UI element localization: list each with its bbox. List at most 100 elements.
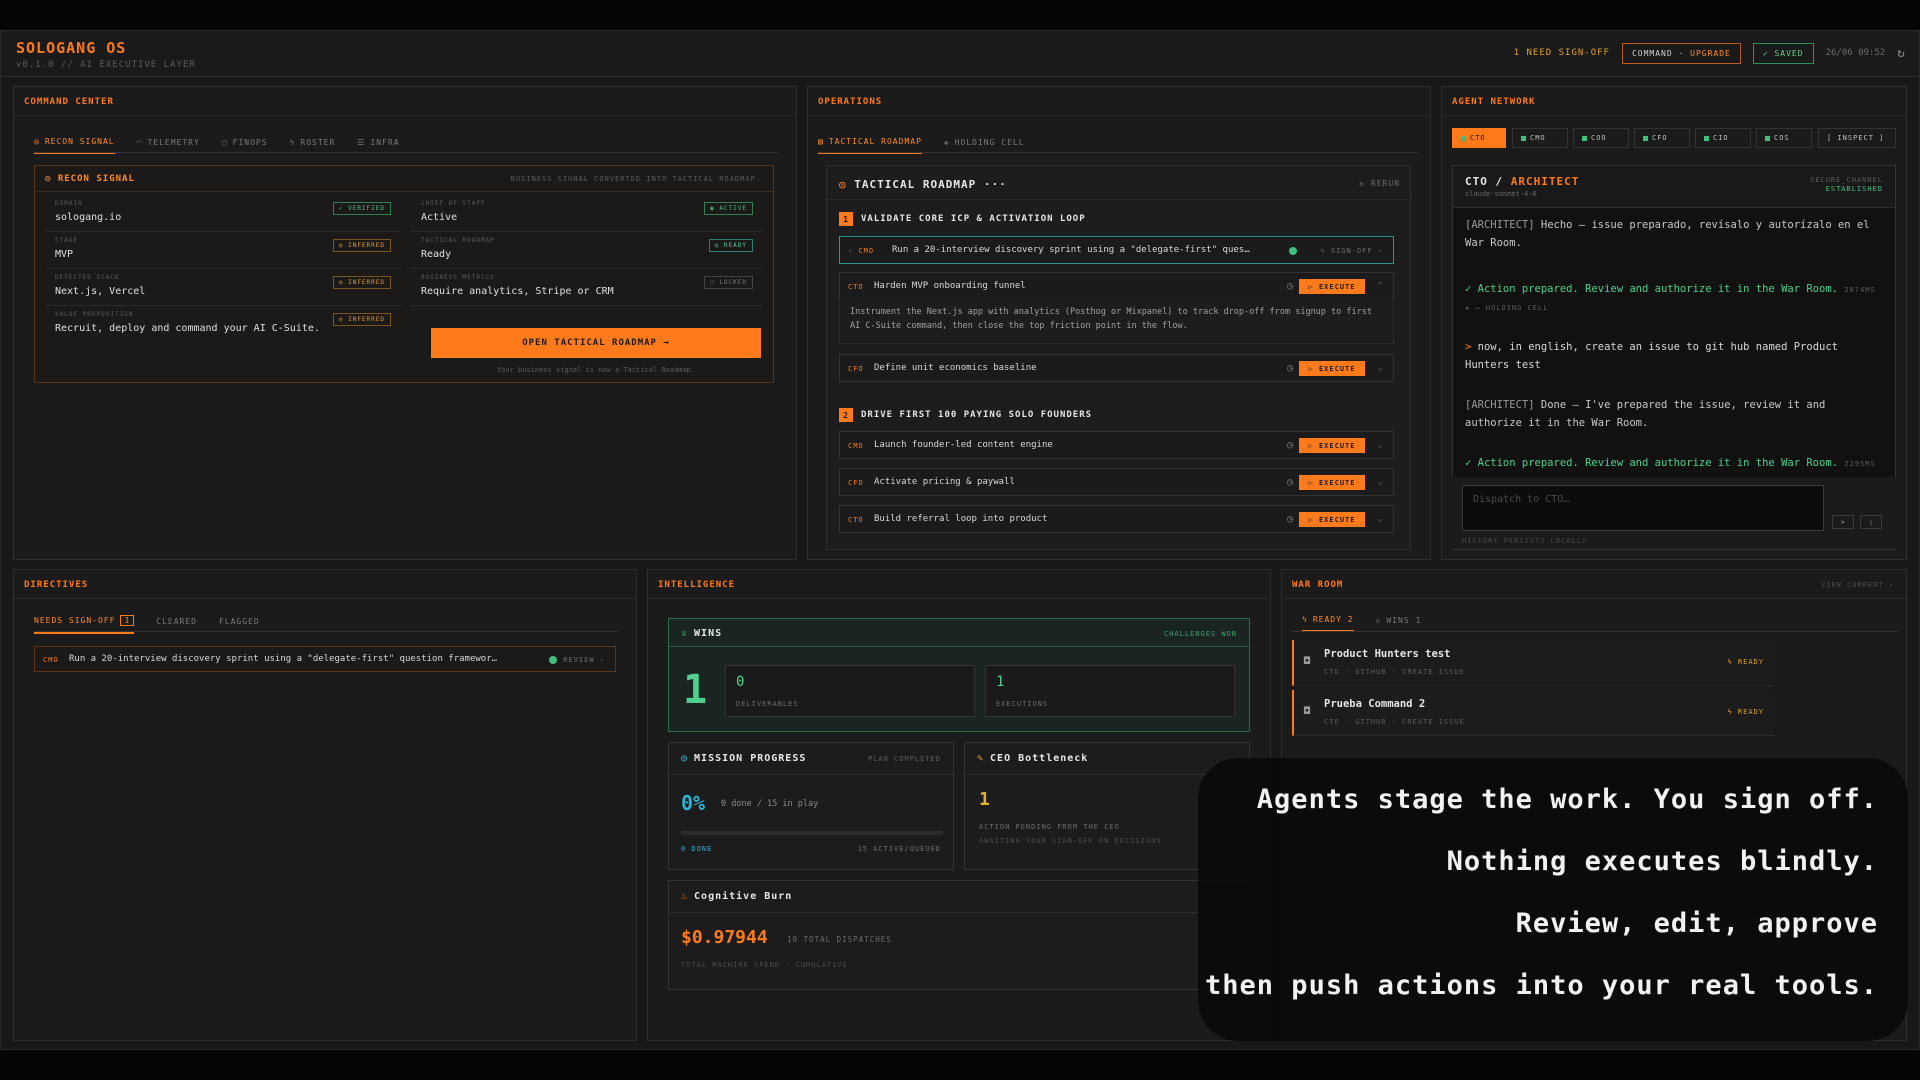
radar-icon: ◎ [34,137,40,146]
queued-label: 15 ACTIVE/QUEUED [857,845,941,853]
status-dot [1289,247,1297,255]
roadmap-task[interactable]: CMO Launch founder-led content engine ◷ … [839,431,1394,459]
card-title: ♨ Cognitive Burn [681,891,792,902]
refresh-icon[interactable]: ↻ [1897,46,1905,61]
ready-badge: ϟ READY [1727,708,1764,716]
review-label: REVIEW › [563,656,605,664]
agent-tab-cos[interactable]: COS [1756,128,1812,148]
status-dot [1643,135,1648,141]
field-detected-stack: DETECTED STACK Next.js, Vercel ◎ INFERRE… [45,270,401,306]
need-signoff-indicator[interactable]: 1 NEED SIGN-OFF [1514,48,1610,58]
executions-value: 1 [996,674,1005,690]
roadmap-task[interactable]: CTO Harden MVP onboarding funnel ◷ ▷ EXE… [839,272,1394,300]
wins-subtitle: CHALLENGES WON [1163,630,1237,638]
chevron-down-icon[interactable]: ⌄ [1378,477,1383,487]
clock-icon: ◷ [1286,440,1293,451]
history-note: HISTORY PERSISTS LOCALLY [1462,537,1588,545]
status-badge: ✓ VERIFIED [332,202,391,215]
divider [14,598,636,599]
status-dot [549,656,558,664]
roadmap-title: ◎ TACTICAL ROADMAP ··· [839,178,1007,191]
chevron-up-icon[interactable]: ⌃ [1378,281,1383,291]
task-text: Define unit economics baseline [874,363,1037,373]
view-current-link[interactable]: VIEW CURRENT ↗ [1821,581,1894,589]
field-value: MVP [55,249,74,260]
secure-channel-status: SECURE_CHANNEL ESTABLISHED [1810,176,1883,194]
roadmap-task[interactable]: CFO Activate pricing & paywall ◷ ▷ EXECU… [839,468,1394,496]
datetime-label: 26/06 09:52 [1825,48,1886,58]
signoff-button[interactable]: ✎ SIGN-OFF › [1320,247,1383,255]
operations-panel: OPERATIONS ▤ TACTICAL ROADMAP ✚ HOLDING CE… [807,86,1431,560]
saved-button[interactable]: ✓ SAVED [1752,42,1814,64]
field-label: DETECTED STACK [55,274,120,281]
divider [808,115,1430,116]
tab-wins[interactable]: ♕ WINS 1 [1376,615,1422,632]
directive-item[interactable]: CMO Run a 20-interview discovery sprint … [34,646,616,672]
field-value: sologang.io [55,212,122,223]
chat-role: ARCHITECT [1510,175,1580,188]
roadmap-task[interactable]: CTO Build referral loop into product ◷ ▷… [839,505,1394,533]
tab-label: WINS 1 [1386,616,1422,625]
card-title: ◎ MISSION PROGRESS [681,753,806,764]
roadmap-task[interactable]: › CMO Run a 20-interview discovery sprin… [839,236,1394,264]
agent-tab-label: COS [1774,134,1790,142]
field-label: BUSINESS METRICS [421,274,495,281]
item-title: Prueba Command 2 [1324,698,1426,710]
inspect-button[interactable]: [ INSPECT ] [1818,128,1896,148]
panel-title: OPERATIONS [818,97,883,107]
divider [648,598,1270,599]
progress-note: 0 done / 15 in play [721,799,819,809]
task-text: Run a 20-interview discovery sprint usin… [892,245,1250,255]
chat-input-area: Dispatch to CTO… ➤ ⇪ HISTORY PERSISTS LO… [1452,477,1896,549]
dispatch-input[interactable]: Dispatch to CTO… [1462,485,1824,531]
panel-title: WAR ROOM [1292,580,1344,590]
secure-label: SECURE_CHANNEL [1809,176,1883,184]
roadmap-section: 2 DRIVE FIRST 100 PAYING SOLO FOUNDERS [839,408,1092,422]
execute-button[interactable]: ▷ EXECUTE [1299,512,1365,527]
rerun-button[interactable]: ↻ RERUN [1359,179,1400,188]
panel-title: DIRECTIVES [24,580,89,590]
task-owner: CTO [848,516,864,524]
war-room-item[interactable]: ◘ Prueba Command 2 CTO · GITHUB · CREATE… [1292,690,1774,736]
execute-button[interactable]: ▷ EXECUTE [1299,438,1365,453]
bottleneck-line-2: AWAITING YOUR SIGN-OFF ON DECISIONS [979,837,1162,845]
intelligence-panel: INTELLIGENCE ♕ WINS CHALLENGES WON 1 0 DE… [647,569,1271,1041]
target-icon: ◎ [839,178,847,191]
execute-button[interactable]: ▷ EXECUTE [1299,279,1365,294]
chevron-down-icon[interactable]: ⌄ [1378,514,1383,524]
chevron-down-icon[interactable]: ⌄ [1378,440,1383,450]
tab-ready[interactable]: ϟ READY 2 [1302,615,1354,632]
upload-icon[interactable]: ⇪ [1860,515,1882,529]
map-icon: ▤ [818,137,824,146]
war-room-tabs: ϟ READY 2 ♕ WINS 1 [1302,615,1421,632]
war-room-item[interactable]: ◘ Product Hunters test CTO · GITHUB · CR… [1292,640,1774,686]
agent-tab-cto[interactable]: CTO [1452,128,1506,148]
pencil-icon: ✎ [977,753,985,764]
agent-tab-cmo[interactable]: CMO [1512,128,1568,148]
agent-tab-coo[interactable]: COO [1573,128,1629,148]
roadmap-task[interactable]: CFO Define unit economics baseline ◷ ▷ E… [839,354,1394,382]
send-icon[interactable]: ➤ [1832,515,1854,529]
open-tactical-roadmap-button[interactable]: OPEN TACTICAL ROADMAP → [431,328,761,358]
message-text: now, in english, create an issue to git … [1465,341,1838,372]
field-domain: DOMAIN sologang.io ✓ VERIFIED [45,196,401,232]
message-text: ✓ Action prepared. Review and authorize … [1465,457,1838,469]
tab-label: NEEDS SIGN-OFF [34,616,116,625]
agent-tab-cio[interactable]: CIO [1695,128,1751,148]
card-header: ♨ Cognitive Burn [669,881,1249,913]
execute-button[interactable]: ▷ EXECUTE [1299,361,1365,376]
execute-button[interactable]: ▷ EXECUTE [1299,475,1365,490]
command-upgrade-button[interactable]: COMMAND · UPGRADE [1621,42,1741,64]
tab-divider [34,152,778,153]
brand-title: SOLOGANG OS [16,39,127,57]
wallet-icon: ▢ [221,138,228,147]
field-value-proposition: VALUE PROPOSITION Recruit, deploy and co… [45,307,401,355]
field-chief-of-staff: CHIEF OF STAFF Active ◉ ACTIVE [411,196,763,232]
recon-title: ◎ RECON SIGNAL [45,174,135,184]
review-button[interactable]: REVIEW › [549,656,605,664]
chevron-down-icon[interactable]: ⌄ [1378,363,1383,373]
message-tag: [ARCHITECT] [1465,219,1535,231]
chat-message: > now, in english, create an issue to gi… [1465,338,1885,375]
chat-agent: CTO [1465,175,1488,188]
agent-tab-cfo[interactable]: CFO [1634,128,1690,148]
